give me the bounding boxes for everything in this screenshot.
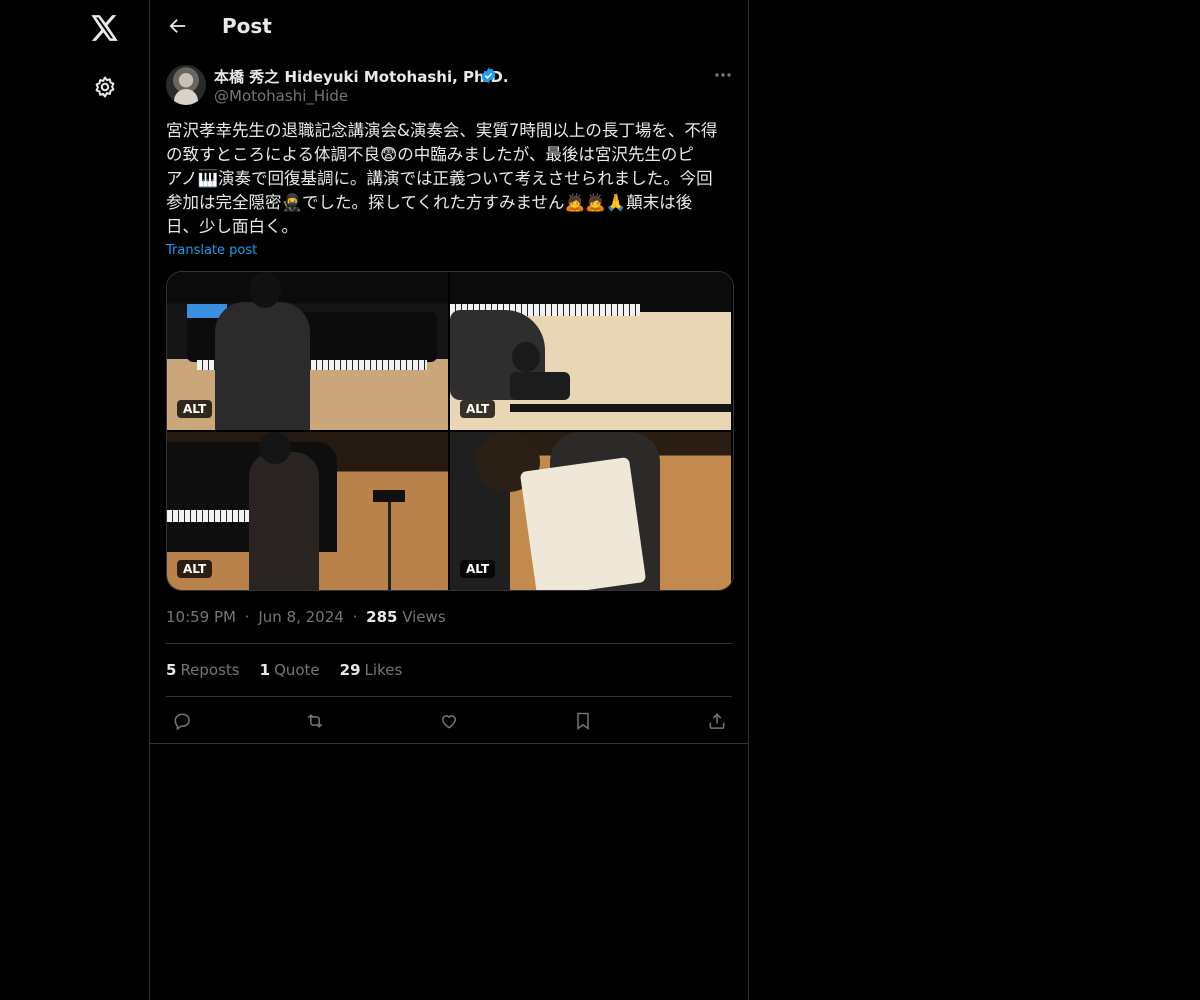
like-icon[interactable] <box>437 709 461 733</box>
person <box>215 302 310 430</box>
person-head <box>259 432 291 464</box>
divider <box>166 643 732 644</box>
person-head <box>512 342 540 372</box>
views-count: 285 <box>366 608 398 626</box>
photo-donation-board[interactable]: ALT <box>450 432 731 590</box>
arrow-left-icon[interactable] <box>164 12 192 40</box>
post-text-line: 宮沢孝幸先生の退職記念講演会&演奏会、実質7時間以上の長丁場を、不得 <box>166 121 718 140</box>
post-text: 宮沢孝幸先生の退職記念講演会&演奏会、実質7時間以上の長丁場を、不得 の致すとこ… <box>166 119 736 239</box>
engagement-stats: 5 Reposts 1 Quote 29 Likes <box>166 661 402 679</box>
piano-keys <box>167 510 257 522</box>
photo-speaker-hand-on-chest[interactable]: ALT <box>167 432 448 590</box>
reposts-stat[interactable]: 5 Reposts <box>166 661 240 679</box>
quotes-label: Quote <box>274 661 320 679</box>
quotes-stat[interactable]: 1 Quote <box>260 661 320 679</box>
alt-badge[interactable]: ALT <box>177 400 213 418</box>
post-time[interactable]: 10:59 PM <box>166 608 236 626</box>
meta-separator: · <box>244 608 250 626</box>
post-text-line: の致すところによる体調不良😨の中臨みましたが、最後は宮沢先生のピ <box>166 145 694 164</box>
alt-badge[interactable]: ALT <box>460 400 496 418</box>
action-bar <box>150 699 748 743</box>
piano-bench <box>510 372 570 400</box>
photo-piano-performer-back[interactable]: ALT <box>167 272 448 430</box>
music-stand <box>373 490 405 502</box>
quotes-count: 1 <box>259 661 271 679</box>
gear-icon[interactable] <box>85 67 125 107</box>
left-nav <box>0 0 150 1000</box>
likes-label: Likes <box>364 661 403 679</box>
photo-bowing-at-piano[interactable]: ALT <box>450 272 731 430</box>
likes-count: 29 <box>339 661 361 679</box>
donation-board <box>519 456 647 590</box>
post-text-line: 日、少し面白く。 <box>166 217 298 236</box>
meta-separator: · <box>352 608 358 626</box>
person <box>249 452 319 590</box>
author-handle[interactable]: @Motohashi_Hide <box>214 87 348 105</box>
reply-icon[interactable] <box>170 709 194 733</box>
stage-edge <box>510 404 731 412</box>
post-meta: 10:59 PM · Jun 8, 2024 · 285 Views <box>166 608 446 626</box>
share-icon[interactable] <box>705 709 729 733</box>
divider <box>166 696 732 697</box>
media-grid: ALT ALT ALT ALT <box>166 271 734 591</box>
bookmark-icon[interactable] <box>571 709 595 733</box>
reposts-label: Reposts <box>180 661 240 679</box>
x-logo-icon[interactable] <box>85 8 125 48</box>
post-column: Post 本橋 秀之 Hideyuki Motohashi, Ph.D. @Mo… <box>149 0 749 1000</box>
translate-post-link[interactable]: Translate post <box>166 243 257 258</box>
alt-badge[interactable]: ALT <box>177 560 213 578</box>
avatar[interactable] <box>166 65 206 105</box>
verified-badge-icon[interactable] <box>480 67 497 84</box>
author-name[interactable]: 本橋 秀之 Hideyuki Motohashi, Ph.D. <box>214 66 509 87</box>
post-text-line: 参加は完全隠密🥷でした。探してくれた方すみません🙇🙇🙏顛末は後 <box>166 193 693 212</box>
repost-icon[interactable] <box>303 709 327 733</box>
post-date[interactable]: Jun 8, 2024 <box>258 608 343 626</box>
post-text-line: アノ🎹演奏で回復基調に。講演では正義ついて考えさせられました。今回 <box>166 169 713 188</box>
likes-stat[interactable]: 29 Likes <box>340 661 403 679</box>
views-label: Views <box>402 608 446 626</box>
alt-badge[interactable]: ALT <box>460 560 496 578</box>
divider <box>150 743 748 744</box>
page-header: Post <box>150 0 748 53</box>
more-dots-icon[interactable] <box>710 64 736 86</box>
music-stand-pole <box>388 502 391 590</box>
reposts-count: 5 <box>166 661 177 679</box>
person-head <box>249 272 281 308</box>
page-title: Post <box>222 14 272 38</box>
